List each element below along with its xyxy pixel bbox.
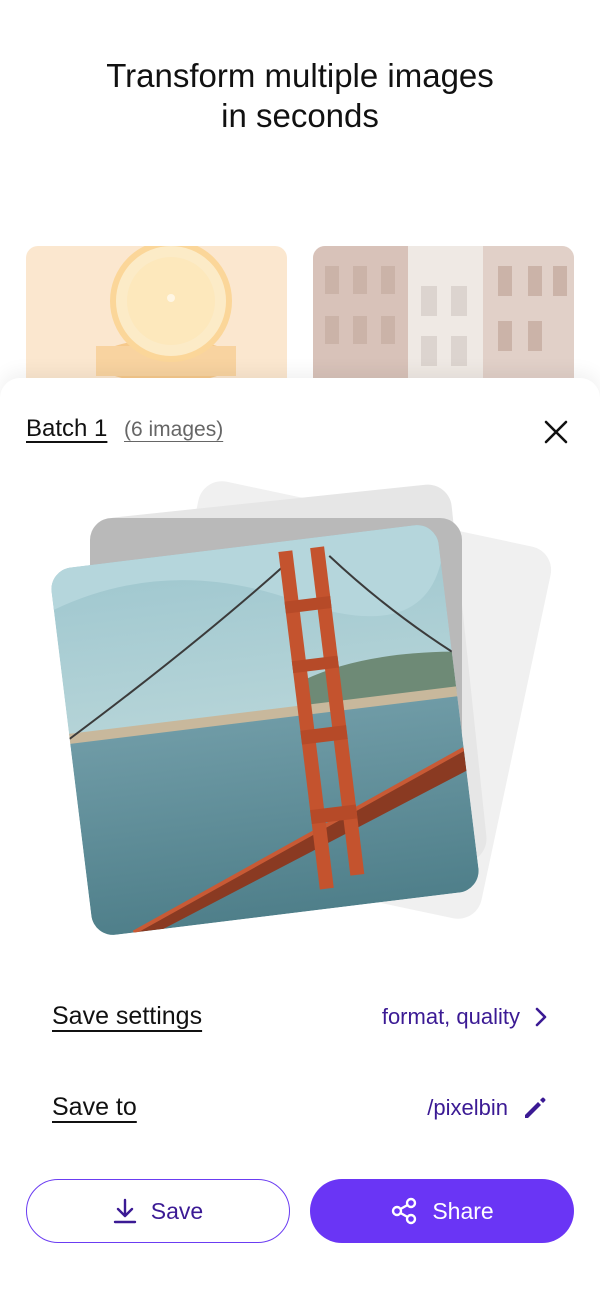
orange-thumbnail — [26, 246, 287, 396]
save-button[interactable]: Save — [26, 1179, 290, 1243]
chevron-right-icon — [535, 1007, 547, 1027]
save-settings-row[interactable]: Save settings format, quality — [52, 998, 548, 1038]
hero-title-line-2: in seconds — [221, 97, 379, 134]
image-stack-preview[interactable] — [40, 470, 560, 970]
save-to-value: /pixelbin — [427, 1095, 508, 1120]
street-thumbnail — [313, 246, 574, 396]
batch-title[interactable]: Batch 1 — [26, 415, 107, 443]
save-button-label: Save — [150, 1197, 204, 1224]
download-icon — [113, 1198, 136, 1224]
save-to-row[interactable]: Save to /pixelbin — [52, 1089, 548, 1129]
pencil-icon — [525, 1097, 546, 1118]
save-settings-value-button[interactable]: format, quality — [382, 1004, 548, 1030]
save-to-value-button[interactable]: /pixelbin — [427, 1095, 548, 1121]
share-button[interactable]: Share — [310, 1179, 574, 1243]
share-icon — [392, 1197, 417, 1225]
share-button-label: Share — [432, 1197, 494, 1224]
batch-image-count[interactable]: (6 images) — [124, 418, 223, 442]
hero-title: Transform multiple images in seconds — [0, 56, 600, 136]
save-settings-value: format, quality — [381, 1004, 520, 1029]
batch-header: Batch 1 (6 images) — [26, 415, 574, 449]
close-icon — [544, 420, 568, 444]
close-button[interactable] — [538, 415, 574, 449]
save-to-label: Save to — [52, 1093, 137, 1121]
save-settings-label: Save settings — [52, 1002, 203, 1030]
hero-title-line-1: Transform multiple images — [106, 57, 494, 94]
